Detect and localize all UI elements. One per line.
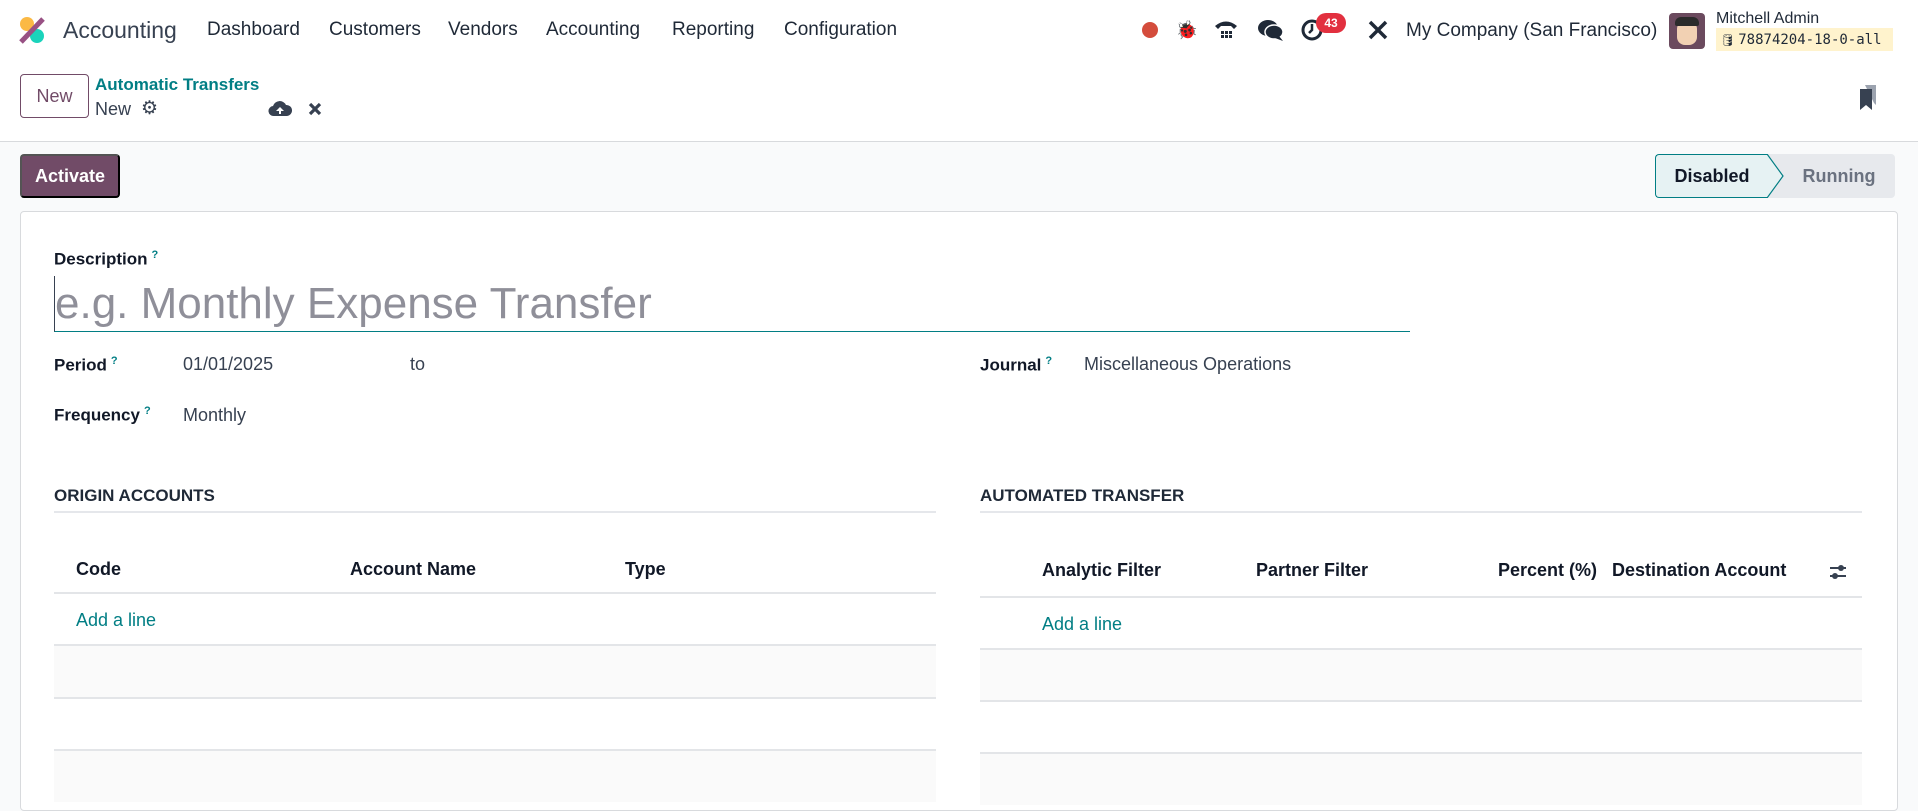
table-row <box>54 646 936 697</box>
app-logo-icon[interactable] <box>17 15 47 45</box>
menu-reporting[interactable]: Reporting <box>672 19 754 41</box>
record-name: New <box>95 99 132 119</box>
new-button[interactable]: New <box>20 74 89 118</box>
divider <box>54 592 936 594</box>
column-type[interactable]: Type <box>625 559 666 580</box>
description-label: Description? <box>54 249 158 270</box>
description-label-text: Description <box>54 249 148 269</box>
statusbar: Disabled Running <box>1655 154 1895 198</box>
navbar: Accounting Dashboard Customers Vendors A… <box>0 0 1918 60</box>
avatar[interactable] <box>1669 13 1705 49</box>
table-row <box>54 751 936 802</box>
bug-icon[interactable]: 🐞 <box>1176 18 1198 42</box>
automated-add-line[interactable]: Add a line <box>1042 614 1122 635</box>
table-row <box>980 754 1862 805</box>
help-icon[interactable]: ? <box>152 249 159 261</box>
record-icon[interactable] <box>1141 21 1159 39</box>
frequency-label: Frequency? <box>54 405 151 426</box>
column-partner-filter[interactable]: Partner Filter <box>1256 560 1368 581</box>
database-icon: 🛢 <box>1720 32 1736 47</box>
journal-field[interactable]: Miscellaneous Operations <box>1084 354 1291 375</box>
menu-customers[interactable]: Customers <box>329 19 421 41</box>
menu-dashboard[interactable]: Dashboard <box>207 19 300 41</box>
divider <box>980 596 1862 598</box>
tools-icon[interactable] <box>1366 18 1390 42</box>
table-row <box>54 699 936 750</box>
journal-label: Journal? <box>980 355 1052 376</box>
optional-columns-icon[interactable] <box>1828 562 1848 582</box>
menu-vendors[interactable]: Vendors <box>448 19 518 41</box>
gear-icon[interactable]: ⚙ <box>141 97 158 120</box>
frequency-field[interactable]: Monthly <box>183 405 246 426</box>
journal-label-text: Journal <box>980 355 1042 375</box>
period-label-text: Period <box>54 355 107 375</box>
frequency-label-text: Frequency <box>54 405 140 425</box>
column-account-name[interactable]: Account Name <box>350 559 476 580</box>
company-switcher[interactable]: My Company (San Francisco) <box>1406 20 1657 42</box>
status-arrow <box>1767 154 1785 198</box>
activate-button[interactable]: Activate <box>20 154 120 198</box>
help-icon[interactable]: ? <box>1045 355 1052 367</box>
menu-accounting[interactable]: Accounting <box>546 19 640 41</box>
database-name: 78874204-18-0-all <box>1738 31 1882 48</box>
origin-add-line[interactable]: Add a line <box>76 610 156 631</box>
table-row <box>980 702 1862 753</box>
period-label: Period? <box>54 355 118 376</box>
column-analytic-filter[interactable]: Analytic Filter <box>1042 560 1161 581</box>
period-start-field[interactable]: 01/01/2025 <box>183 354 273 375</box>
user-name[interactable]: Mitchell Admin <box>1716 10 1819 28</box>
cloud-upload-icon[interactable] <box>268 99 292 117</box>
table-row <box>980 650 1862 701</box>
database-badge: 🛢 78874204-18-0-all <box>1716 28 1893 51</box>
status-running[interactable]: Running <box>1783 154 1895 198</box>
help-icon[interactable]: ? <box>144 405 151 417</box>
activity-count-badge: 43 <box>1316 13 1346 33</box>
help-icon[interactable]: ? <box>111 355 118 367</box>
period-to-label: to <box>410 354 426 374</box>
bookmark-icon[interactable] <box>1859 85 1877 111</box>
origin-accounts-header: ORIGIN ACCOUNTS <box>54 486 936 513</box>
period-end-field[interactable] <box>440 354 920 376</box>
menu-configuration[interactable]: Configuration <box>784 19 897 41</box>
column-percent[interactable]: Percent (%) <box>1498 560 1597 581</box>
status-running-label: Running <box>1802 165 1876 186</box>
column-destination-account[interactable]: Destination Account <box>1612 560 1786 581</box>
discard-icon[interactable] <box>307 101 323 117</box>
automated-transfer-header: AUTOMATED TRANSFER <box>980 486 1862 513</box>
status-disabled-label: Disabled <box>1674 165 1750 186</box>
phone-icon[interactable] <box>1213 17 1239 43</box>
app-name[interactable]: Accounting <box>63 17 177 44</box>
status-disabled[interactable]: Disabled <box>1655 154 1768 198</box>
chat-icon[interactable] <box>1257 17 1285 43</box>
column-code[interactable]: Code <box>76 559 121 580</box>
description-input[interactable] <box>54 276 1410 332</box>
breadcrumb[interactable]: Automatic Transfers <box>95 75 259 95</box>
